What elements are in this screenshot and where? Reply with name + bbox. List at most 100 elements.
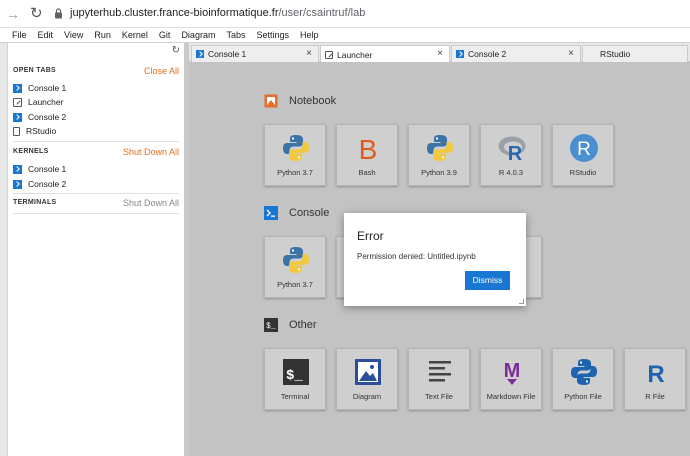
python-icon <box>283 135 309 161</box>
tab-label: Launcher <box>337 49 373 60</box>
diagram-icon <box>355 359 381 385</box>
open-tab-label: Launcher <box>28 97 64 107</box>
terminal-section-icon: $_ <box>264 318 278 332</box>
bash-b-icon: B <box>359 134 378 163</box>
open-tab-launcher[interactable]: Launcher <box>13 95 63 109</box>
card-label: Markdown File <box>486 392 536 401</box>
console-icon <box>13 179 22 189</box>
dialog-title: Error <box>357 229 384 243</box>
menu-file[interactable]: File <box>12 28 27 42</box>
open-tab-label: RStudio <box>26 126 57 136</box>
menu-help[interactable]: Help <box>300 28 319 42</box>
menu-kernel[interactable]: Kernel <box>122 28 148 42</box>
menu-view[interactable]: View <box>64 28 83 42</box>
close-all-button[interactable]: Close All <box>144 66 179 76</box>
launcher-card-diagram[interactable]: Diagram <box>336 348 398 410</box>
markdown-icon: M <box>504 360 521 385</box>
console-section-icon <box>264 206 278 220</box>
terminals-header: TERMINALS Shut Down All <box>13 198 179 211</box>
rstudio-icon: R <box>570 134 598 162</box>
r-logo-icon: R <box>498 136 526 163</box>
launcher-card-python-3.7-console[interactable]: Python 3.7 <box>264 236 326 298</box>
svg-text:$_: $_ <box>286 368 303 384</box>
card-label: Python 3.7 <box>277 168 313 177</box>
menu-diagram[interactable]: Diagram <box>181 28 215 42</box>
section-divider <box>13 141 179 142</box>
svg-text:B: B <box>359 134 378 163</box>
kernel-console-1[interactable]: Console 1 <box>13 162 66 176</box>
menu-git[interactable]: Git <box>159 28 171 42</box>
menu-tabs[interactable]: Tabs <box>226 28 245 42</box>
menubar: File Edit View Run Kernel Git Diagram Ta… <box>0 28 690 43</box>
python-icon <box>427 135 453 161</box>
menu-run[interactable]: Run <box>94 28 111 42</box>
console-section-title: Console <box>289 207 330 219</box>
open-tab-console-2[interactable]: Console 2 <box>13 110 66 124</box>
close-icon[interactable]: × <box>568 48 574 59</box>
address-field[interactable]: jupyterhub.cluster.france-bioinformatiqu… <box>70 7 365 19</box>
url-path: /user/csaintruf/lab <box>278 7 366 19</box>
close-icon[interactable]: × <box>437 48 443 59</box>
card-label: Python 3.9 <box>421 168 457 177</box>
card-label: RStudio <box>569 168 597 177</box>
launcher-card-r-file[interactable]: R R File <box>624 348 686 410</box>
tab-label: Console 1 <box>208 49 247 59</box>
resize-grip-icon[interactable] <box>519 299 524 304</box>
console-icon <box>456 50 464 58</box>
dock-tab-bar: Console 1 × Launcher × Console 2 × RStud… <box>189 43 690 63</box>
activity-bar <box>0 43 8 456</box>
error-dialog: Error Permission denied: Untitled.ipynb … <box>344 213 526 306</box>
close-icon[interactable]: × <box>306 48 312 59</box>
lock-icon <box>55 8 62 19</box>
tab-launcher[interactable]: Launcher × <box>320 45 450 63</box>
kernel-label: Console 1 <box>28 164 67 174</box>
launcher-card-python-3.9[interactable]: Python 3.9 <box>408 124 470 186</box>
open-tabs-header: OPEN TABS Close All <box>13 66 179 79</box>
open-tab-rstudio[interactable]: RStudio <box>13 124 56 138</box>
refresh-icon[interactable]: ↻ <box>172 45 180 56</box>
python-file-icon <box>571 359 597 385</box>
card-label: Bash <box>358 168 376 177</box>
console-icon <box>13 83 22 93</box>
python-icon <box>283 247 309 273</box>
launcher-card-python-file[interactable]: Python File <box>552 348 614 410</box>
tab-console-1[interactable]: Console 1 × <box>191 45 319 62</box>
notebook-icon <box>264 94 278 108</box>
open-tab-console-1[interactable]: Console 1 <box>13 81 66 95</box>
file-icon <box>13 126 20 136</box>
launcher-card-python-3.7-notebook[interactable]: Python 3.7 <box>264 124 326 186</box>
tab-console-2[interactable]: Console 2 × <box>451 45 581 62</box>
section-divider <box>13 213 179 214</box>
open-tabs-title: OPEN TABS <box>13 67 57 74</box>
launcher-card-rstudio[interactable]: R RStudio <box>552 124 614 186</box>
terminal-icon: $_ <box>283 359 309 385</box>
svg-text:R: R <box>647 361 664 387</box>
notebook-section-title: Notebook <box>289 95 337 107</box>
card-label: R File <box>645 392 665 401</box>
text-file-icon <box>429 361 451 382</box>
card-label: R 4.0.3 <box>498 168 524 177</box>
shut-down-all-terminals-button[interactable]: Shut Down All <box>123 198 179 208</box>
launcher-card-markdown-file[interactable]: M Markdown File <box>480 348 542 410</box>
back-arrow-icon[interactable]: → <box>6 6 20 22</box>
reload-icon[interactable]: ↻ <box>30 4 43 22</box>
menu-settings[interactable]: Settings <box>256 28 289 42</box>
launcher-card-text-file[interactable]: Text File <box>408 348 470 410</box>
launcher-card-terminal[interactable]: $_ Terminal <box>264 348 326 410</box>
browser-url-bar: → ↻ jupyterhub.cluster.france-bioinforma… <box>0 0 690 28</box>
dismiss-button[interactable]: Dismiss <box>465 271 510 290</box>
other-section-title: Other <box>289 319 317 331</box>
launcher-card-r-4.0.3[interactable]: R R 4.0.3 <box>480 124 542 186</box>
menu-edit[interactable]: Edit <box>38 28 54 42</box>
shut-down-all-kernels-button[interactable]: Shut Down All <box>123 147 179 157</box>
svg-text:R: R <box>577 139 591 160</box>
svg-text:M: M <box>504 360 521 382</box>
launcher-card-bash[interactable]: B Bash <box>336 124 398 186</box>
section-divider <box>13 193 179 194</box>
launcher-icon <box>325 50 333 59</box>
r-file-icon: R <box>647 361 664 387</box>
tab-rstudio[interactable]: RStudio <box>582 45 688 62</box>
kernel-console-2[interactable]: Console 2 <box>13 177 66 191</box>
kernels-title: KERNELS <box>13 148 49 155</box>
console-icon <box>13 112 22 122</box>
